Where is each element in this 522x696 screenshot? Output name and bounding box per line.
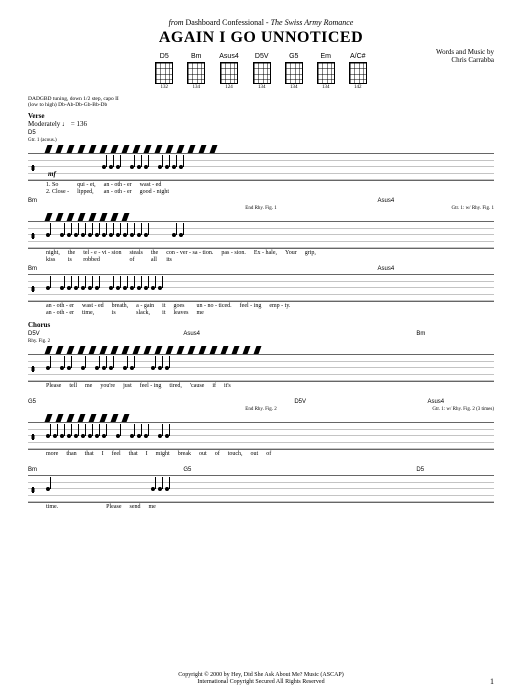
verse-system-3: BmAsus4 an - oth - eran - oth - erwast -… xyxy=(28,266,494,317)
chord-diagrams: D5132 Bm134 Asus4124 D5V134 G5134 Em134 A/C#14… xyxy=(28,53,494,90)
copyright-footer: Copyright © 2000 by Hey, Did She Ask Abo… xyxy=(0,672,522,686)
verse-system-1: D5 Gtr. 1 (acous.) mf 1. So2. Close -qui… xyxy=(28,130,494,196)
chorus-system-1: D5VAsus4Bm Rhy. Fig. 2 Pleasetellmeyou'r… xyxy=(28,331,494,397)
credits: Words and Music by Chris Carrabba xyxy=(436,48,494,65)
tempo-marking: Moderately ♩ = 136 xyxy=(28,120,494,128)
source-line: from Dashboard Confessional - The Swiss … xyxy=(28,18,494,27)
chorus-system-2: G5D5VAsus4 End Rhy. Fig. 2Gtr. 1: w/ Rhy… xyxy=(28,399,494,465)
verse-system-2: BmAsus4 End Rhy. Fig. 1Gtr. 1: w/ Rhy. F… xyxy=(28,198,494,264)
chord-diagram: Em134 xyxy=(317,53,335,90)
staff: mf xyxy=(28,153,494,181)
chord-diagram: G5134 xyxy=(285,53,303,90)
chorus-label: Chorus xyxy=(28,321,494,329)
verse-label: Verse xyxy=(28,112,494,120)
chord-diagram: D5132 xyxy=(155,53,173,90)
chord-diagram: D5V134 xyxy=(253,53,271,90)
chord-diagram: Asus4124 xyxy=(219,53,238,90)
page-number: 1 xyxy=(490,677,494,686)
tuning-note: DADGBD tuning, down 1/2 step, capo II (l… xyxy=(28,96,494,108)
chord-diagram: A/C#142 xyxy=(349,53,367,90)
chorus-system-3: BmG5D5 time.Pleasesendme xyxy=(28,467,494,518)
chord-diagram: Bm134 xyxy=(187,53,205,90)
song-title: AGAIN I GO UNNOTICED xyxy=(28,29,494,47)
